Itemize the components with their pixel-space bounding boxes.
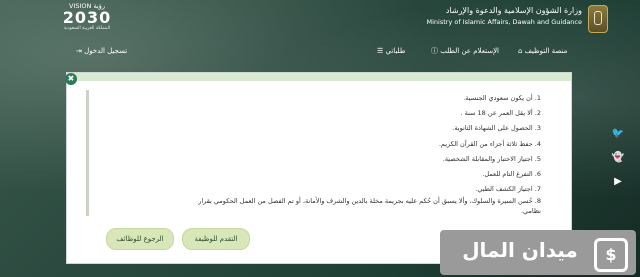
nav-item-requests[interactable]: ☰ طلباتي (374, 44, 405, 58)
ministry-title-en: Ministry of Islamic Affairs, Dawah and G… (426, 18, 583, 26)
ministry-title-ar: وزارة الشؤون الإسلامية والدعوة والإرشاد (445, 6, 582, 15)
snapchat-icon[interactable]: 👻 (610, 150, 626, 166)
social-links: 🐦 👻 ▶ (610, 126, 626, 198)
top-nav: ⌂ منصة التوظيف ⓘ الإستعلام عن الطلب ☰ طل… (0, 42, 640, 60)
requirement-item: نظامي. (520, 207, 541, 215)
apply-job-button[interactable]: التقدم للوظيفة (182, 228, 250, 250)
vision-bottom: المملكة العربية السعودية (63, 26, 111, 31)
modal-topbar (67, 73, 571, 81)
requirement-item: 8. حُسن السيرة والسلوك، وألا يسبق أن حُك… (198, 197, 541, 205)
requirement-item: 4. حفظ ثلاثة أجزاء من القرآن الكريم. (438, 140, 541, 148)
nav-item-platform[interactable]: ⌂ منصة التوظيف (515, 44, 567, 58)
vision-2030-logo: VISION رؤية 2030 المملكة العربية السعودي… (56, 2, 118, 34)
requirements-panel: 1. أن يكون سعودي الجنسية. 2. ألا يقل الع… (86, 90, 549, 216)
ministry-title: وزارة الشؤون الإسلامية والدعوة والإرشاد … (322, 5, 583, 27)
info-icon: ⓘ (431, 47, 438, 55)
back-to-jobs-button[interactable]: الرجوع للوظائف (106, 228, 174, 250)
login-icon: ⇥ (76, 47, 82, 55)
requirement-item: 3. الحصول على الشهادة الثانوية. (452, 124, 541, 132)
watermark-logo: ميدان المال (440, 230, 636, 275)
home-icon: ⌂ (518, 47, 523, 55)
watermark-text: ميدان المال (462, 238, 578, 262)
twitter-icon[interactable]: 🐦 (610, 126, 626, 142)
requirement-item: 5. اجتياز الاختبار والمقابلة الشخصية. (442, 155, 541, 163)
nav-item-label: تسجيل الدخول (84, 47, 128, 55)
nav-item-inquiry[interactable]: ⓘ الإستعلام عن الطلب (428, 44, 499, 58)
requirement-item: 2. ألا يقل العمر عن 18 سنة . (460, 109, 541, 117)
youtube-icon[interactable]: ▶ (610, 174, 626, 190)
header: وزارة الشؤون الإسلامية والدعوة والإرشاد … (0, 0, 640, 42)
vision-year: 2030 (62, 8, 112, 27)
nav-item-label: طلباتي (385, 47, 406, 55)
nav-item-label: منصة التوظيف (524, 47, 568, 55)
money-icon (594, 238, 628, 272)
requirement-item: 1. أن يكون سعودي الجنسية. (463, 94, 541, 102)
nav-item-label: الإستعلام عن الطلب (440, 47, 500, 55)
close-icon[interactable]: ✖ (65, 73, 77, 85)
requirement-item: 7. اجتياز الكشف الطبي. (475, 185, 541, 193)
nav-item-login[interactable]: ⇥ تسجيل الدخول (73, 44, 127, 58)
ministry-logo-icon (588, 5, 608, 33)
list-icon: ☰ (377, 47, 384, 55)
requirement-item: 6. التفرغ التام للعمل. (482, 170, 541, 178)
